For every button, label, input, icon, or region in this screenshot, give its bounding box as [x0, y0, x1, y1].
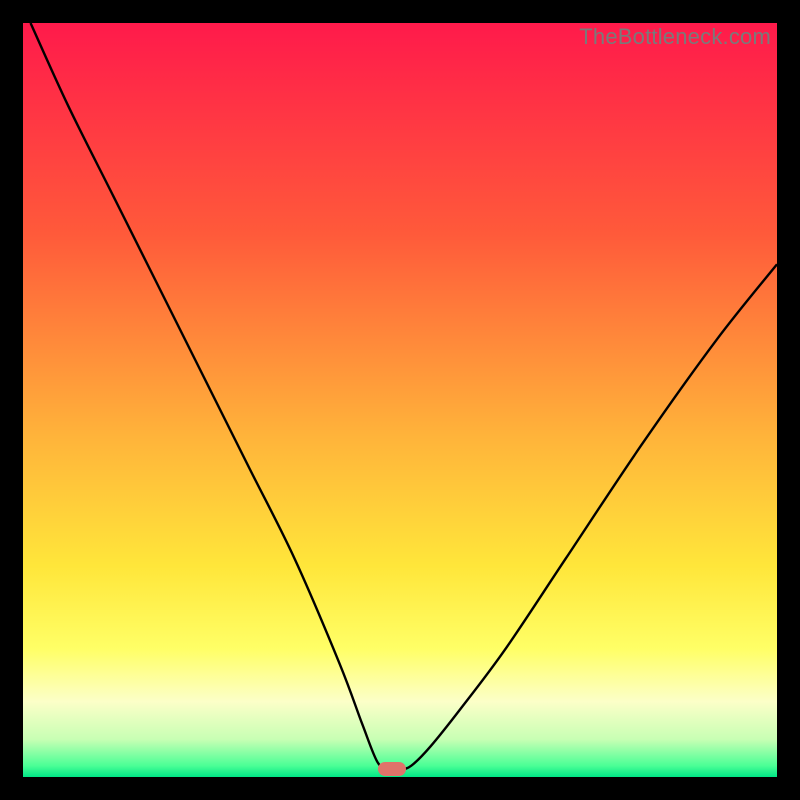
- bottleneck-curve: [23, 23, 777, 777]
- chart-frame: TheBottleneck.com: [0, 0, 800, 800]
- curve-path: [31, 23, 777, 770]
- optimal-point-marker: [378, 762, 406, 776]
- plot-background-gradient: TheBottleneck.com: [23, 23, 777, 777]
